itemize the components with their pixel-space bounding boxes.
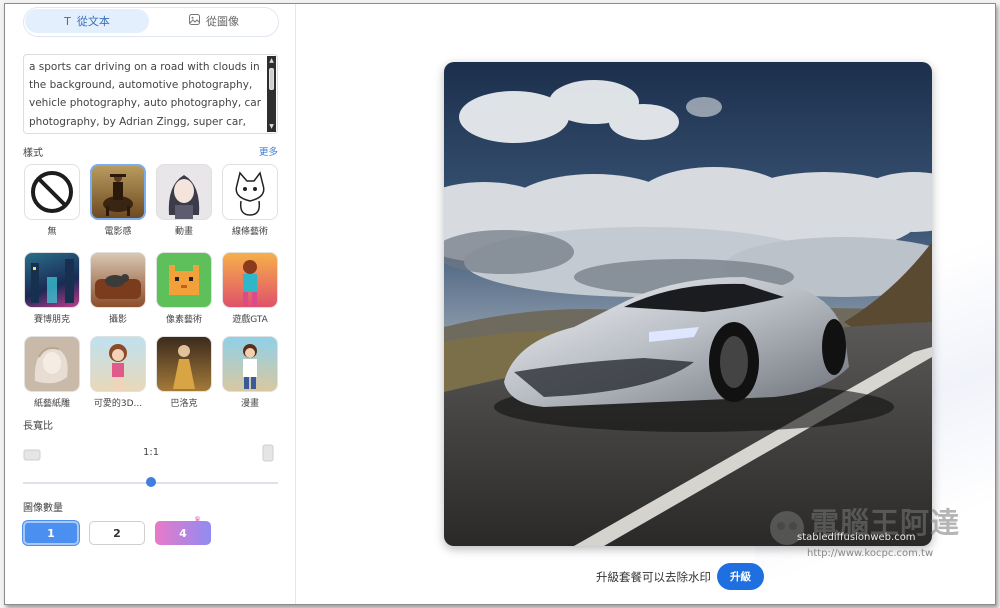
style-label-anime: 動畫 — [174, 227, 193, 237]
prompt-textarea[interactable]: a sports car driving on a road with clou… — [23, 54, 278, 134]
text-icon: T — [64, 14, 71, 28]
mode-tabs: T 從文本 從圖像 — [23, 7, 279, 37]
style-option-none[interactable]: 無 — [22, 164, 82, 237]
upgrade-row: 升級套餐可以去除水印 升級 — [596, 563, 764, 590]
style-label-pixel-art: 像素藝術 — [165, 315, 202, 325]
cyberpunk-thumb — [31, 259, 74, 303]
sofa-photo-thumb — [95, 274, 141, 299]
style-label-cute-3d: 可愛的3D... — [93, 399, 143, 409]
style-option-papercraft[interactable]: 紙藝紙雕 — [22, 336, 82, 409]
style-label-papercraft: 紙藝紙雕 — [33, 399, 70, 409]
result-area: 升級套餐可以去除水印 升級 — [296, 4, 995, 604]
style-label-cyberpunk: 賽博朋克 — [33, 315, 70, 325]
paper-relief-thumb — [34, 347, 68, 384]
style-grid: 無 電影感 動畫 線條藝術 賽博朋克 攝影 像素藝術 遊戲GTA 紙藝紙雕 可愛… — [22, 164, 284, 409]
style-option-cute-3d[interactable]: 可愛的3D... — [88, 336, 148, 409]
line-art-cat-thumb — [235, 171, 265, 216]
count-option-4-label: 4 — [179, 526, 187, 540]
prompt-scrollbar[interactable]: ▲ ▼ — [267, 56, 276, 132]
style-thumb — [222, 164, 278, 220]
image-icon — [189, 14, 200, 28]
style-option-gta[interactable]: 遊戲GTA — [220, 252, 280, 325]
aspect-ratio-value: 1:1 — [143, 447, 160, 458]
style-thumb — [156, 252, 212, 308]
crown-icon: ♛ — [194, 515, 202, 524]
no-style-icon — [31, 171, 73, 213]
aspect-ratio-slider-knob[interactable] — [146, 477, 156, 487]
app-window: T 從文本 從圖像 a sports car driving on a road… — [4, 3, 996, 605]
style-thumb — [90, 164, 146, 220]
style-label-line-art: 線條藝術 — [231, 227, 268, 237]
pixel-cat-thumb — [169, 265, 199, 295]
style-thumb — [222, 252, 278, 308]
style-thumb — [24, 336, 80, 392]
style-label-none: 無 — [47, 227, 57, 237]
tab-from-image[interactable]: 從圖像 — [152, 9, 276, 33]
tab-from-text-label: 從文本 — [76, 15, 110, 28]
style-thumb — [90, 336, 146, 392]
image-count-label: 圖像數量 — [23, 503, 63, 514]
style-label: 樣式 — [23, 148, 43, 159]
gta-woman-thumb — [243, 260, 257, 306]
style-label-baroque: 巴洛克 — [170, 399, 198, 409]
upgrade-text: 升級套餐可以去除水印 — [596, 569, 711, 584]
style-option-cyberpunk[interactable]: 賽博朋克 — [22, 252, 82, 325]
upgrade-button[interactable]: 升級 — [717, 563, 764, 590]
scroll-down-icon[interactable]: ▼ — [267, 122, 276, 132]
more-styles-link[interactable]: 更多 — [259, 144, 278, 158]
style-thumb — [222, 336, 278, 392]
style-label-comic: 漫畫 — [240, 399, 259, 409]
style-thumb — [156, 336, 212, 392]
style-option-cinematic[interactable]: 電影感 — [88, 164, 148, 237]
sports-car-image — [444, 62, 932, 546]
style-label-gta: 遊戲GTA — [232, 315, 268, 325]
scroll-up-icon[interactable]: ▲ — [267, 56, 276, 66]
tab-from-image-label: 從圖像 — [206, 15, 239, 28]
count-option-1[interactable]: 1 — [23, 521, 79, 545]
style-option-photography[interactable]: 攝影 — [88, 252, 148, 325]
tab-from-text[interactable]: T 從文本 — [25, 9, 149, 33]
style-thumb — [24, 252, 80, 308]
comic-woman-thumb — [243, 344, 257, 389]
baroque-lady-thumb — [173, 345, 195, 389]
aspect-ratio-label: 長寬比 — [23, 421, 53, 432]
style-option-line-art[interactable]: 線條藝術 — [220, 164, 280, 237]
portrait-ratio-icon[interactable] — [262, 444, 274, 466]
style-label-photography: 攝影 — [108, 315, 127, 325]
settings-panel: T 從文本 從圖像 a sports car driving on a road… — [5, 4, 296, 604]
anime-girl-thumb — [168, 175, 200, 219]
prompt-text: a sports car driving on a road with clou… — [29, 61, 262, 128]
cowboy-thumb — [103, 174, 133, 216]
count-option-4[interactable]: 4 — [155, 521, 211, 545]
count-option-2[interactable]: 2 — [89, 521, 145, 545]
style-thumb — [24, 164, 80, 220]
scroll-thumb[interactable] — [269, 68, 274, 90]
cute-3d-girl-thumb — [109, 344, 127, 389]
style-label-cinematic: 電影感 — [104, 227, 132, 237]
generated-image[interactable] — [444, 62, 932, 546]
landscape-ratio-icon[interactable] — [23, 446, 41, 465]
style-option-baroque[interactable]: 巴洛克 — [154, 336, 214, 409]
style-thumb — [90, 252, 146, 308]
style-option-anime[interactable]: 動畫 — [154, 164, 214, 237]
style-option-pixel-art[interactable]: 像素藝術 — [154, 252, 214, 325]
style-thumb — [156, 164, 212, 220]
style-option-comic[interactable]: 漫畫 — [220, 336, 280, 409]
